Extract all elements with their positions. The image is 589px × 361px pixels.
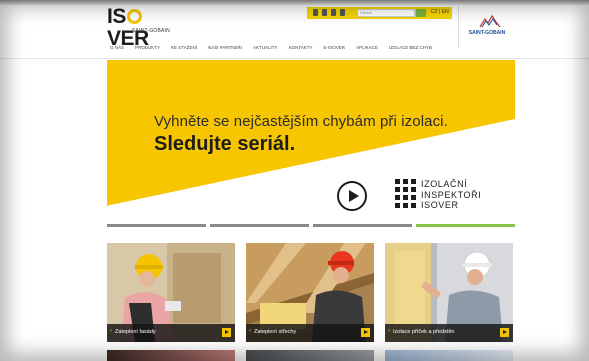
chevron-right-icon: › [249,328,251,334]
language-switch[interactable]: CZ | EN [431,9,449,15]
facebook-icon[interactable] [313,9,318,16]
tile-izolace-pricek[interactable]: › Izolace příček a předstěn [385,243,513,342]
youtube-icon[interactable] [322,9,327,16]
saint-gobain-logo[interactable]: SAINT-GOBAIN [458,6,514,48]
nav-item-aplikace[interactable]: APLIKACE [356,44,378,54]
search-button[interactable] [416,9,426,17]
inspectors-logo-text: IZOLAČNÍ INSPEKTOŘI ISOVER [421,179,482,210]
nav-item-izolace-bez-chyb[interactable]: IZOLACE BEZ CHYB [389,44,432,54]
nav-item-aktuality[interactable]: AKTUALITY [253,44,278,54]
tile-zatepleni-fasady[interactable]: › Zateplení fasády [107,243,235,342]
tile-caption: › Zateplení střechy [246,324,374,342]
nav-item-kontakty[interactable]: KONTAKTY [289,44,313,54]
inspectors-logo-icon [395,179,416,208]
saint-gobain-roof-icon [479,14,501,28]
top-utility-bar: Hledat CZ | EN [307,7,452,19]
slide-indicator-2[interactable] [210,224,309,227]
rss-icon[interactable] [340,9,345,16]
chevron-right-icon: › [388,328,390,334]
header-divider [0,58,589,59]
slide-indicator-4[interactable] [416,224,515,227]
linkedin-icon[interactable] [331,9,336,16]
chevron-right-icon: › [110,328,112,334]
nav-item-e-isover[interactable]: E-ISOVER [323,44,345,54]
hero-headline: Vyhněte se nejčastějším chybám při izola… [154,113,448,130]
site-header: ISVER SAINT-GOBAIN Hledat CZ | EN SAINT-… [0,0,589,58]
tile-row2-2[interactable] [246,350,374,361]
logo-subtitle: SAINT-GOBAIN [132,28,170,34]
slide-indicator-3[interactable] [313,224,412,227]
nav-item-ke-stazeni[interactable]: KE STAŽENÍ [171,44,197,54]
nav-item-o-nas[interactable]: O NÁS [110,44,124,54]
tile-caption: › Zateplení fasády [107,324,235,342]
saint-gobain-label: SAINT-GOBAIN [468,30,506,36]
tile-caption: › Izolace příček a předstěn [385,324,513,342]
tile-row2-1[interactable] [107,350,235,361]
slider-indicators [107,224,515,228]
main-nav: O NÁS PRODUKTY KE STAŽENÍ NAŠI PARTNEŘI … [110,44,443,54]
slide-indicator-1[interactable] [107,224,206,227]
arrow-button-icon[interactable] [500,328,509,337]
isover-logo[interactable]: ISVER SAINT-GOBAIN [107,6,171,50]
tile-zatepleni-strechy[interactable]: › Zateplení střechy [246,243,374,342]
nav-item-produkty[interactable]: PRODUKTY [135,44,160,54]
search-input[interactable]: Hledat [357,9,415,17]
play-video-button[interactable] [337,181,367,211]
logo-o-ring-icon [126,9,142,24]
nav-item-nasi-partneri[interactable]: NAŠI PARTNEŘI [208,44,242,54]
arrow-button-icon[interactable] [222,328,231,337]
tile-row2-3[interactable] [385,350,513,361]
hero-cta-text: Sledujte seriál. [154,133,296,155]
arrow-button-icon[interactable] [361,328,370,337]
